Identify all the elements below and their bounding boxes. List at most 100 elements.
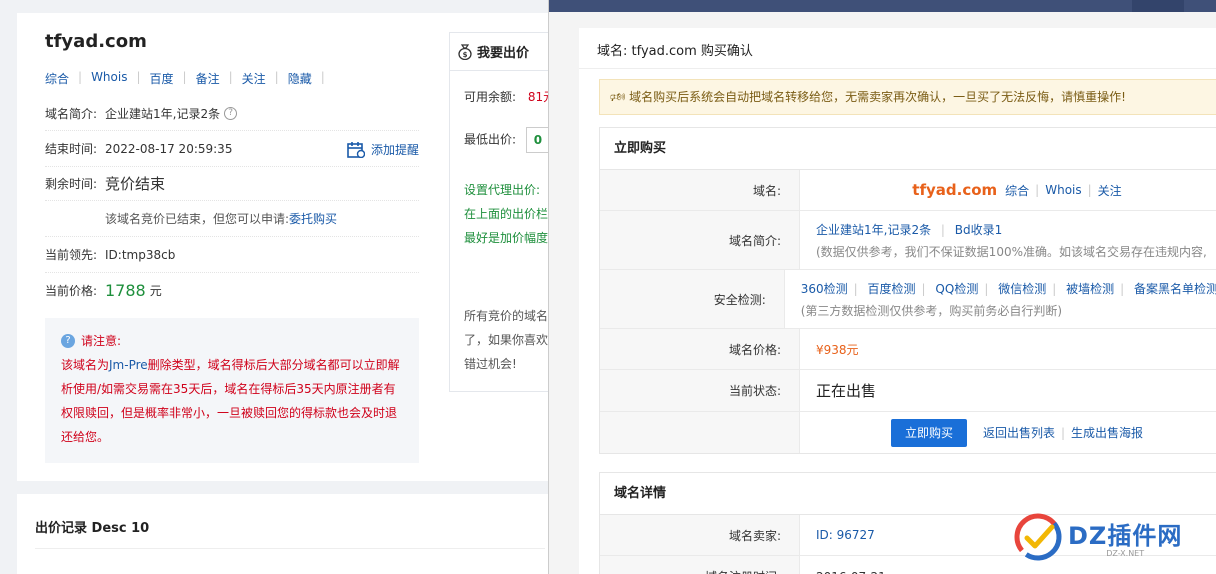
proxy-line-3: 最好是加价幅度 xyxy=(464,231,549,245)
min-bid-input[interactable]: 0 xyxy=(525,127,550,153)
intro-note: (数据仅供参考，我们不保证数据100%准确。如该域名交易存在违规内容, xyxy=(816,244,1207,259)
top-bar-block xyxy=(1132,0,1184,12)
notice-title-text: 请注意: xyxy=(81,334,122,348)
actions-cell: 立即购买 返回出售列表 | 生成出售海报 xyxy=(800,412,1216,453)
intro-cell: 企业建站1年,记录2条 | Bd收录1 (数据仅供参考，我们不保证数据100%准… xyxy=(800,211,1216,269)
overlay-top-bar xyxy=(549,0,1216,12)
separator: | xyxy=(1052,281,1057,296)
security-cell: 360检测 | 百度检测 | QQ检测 | 微信检测 | 被墙检测 | 备案黑名单检测 (… xyxy=(785,270,1216,328)
svg-text:$: $ xyxy=(463,51,468,59)
balance-label: 可用余额: xyxy=(464,90,517,104)
security-note: (第三方数据检测仅供参考，购买前务必自行判断) xyxy=(800,303,1063,318)
purchase-confirm-title: 域名: tfyad.com 购买确认 xyxy=(597,44,753,59)
warning-banner: 🕬 域名购买后系统会自动把域名转移给您，无需卖家再次确认，一旦买了无法反悔，请慎… xyxy=(599,79,1216,115)
price-unit: 元 xyxy=(149,283,162,298)
actions-row: 立即购买 返回出售列表 | 生成出售海报 xyxy=(600,412,1216,453)
purchase-confirm-overlay: 域名: tfyad.com 购买确认 🕬 域名购买后系统会自动把域名转移给您，无… xyxy=(548,0,1216,574)
back-to-list-link[interactable]: 返回出售列表 xyxy=(983,424,1055,441)
nav-follow-link[interactable]: 关注 xyxy=(242,70,266,87)
remain-time-row: 剩余时间: 竞价结束 xyxy=(45,167,419,201)
price-label: 当前价格: xyxy=(45,283,98,298)
dz-logo-icon xyxy=(1014,513,1062,561)
buy-now-section: 立即购买 域名: tfyad.com 综合 | Whois | 关注 域名简介:… xyxy=(599,127,1216,454)
status-value: 正在出售 xyxy=(816,382,877,400)
bid-header: $ 我要出价 xyxy=(450,33,558,71)
status-label: 当前状态: xyxy=(600,370,800,411)
check-360-link[interactable]: 360检测 xyxy=(801,282,848,296)
money-bag-icon: $ xyxy=(458,43,472,60)
entrust-buy-link[interactable]: 委托购买 xyxy=(289,210,337,227)
balance-row: 可用余额: 81元 xyxy=(464,88,555,105)
separator: | xyxy=(940,222,945,237)
whois-link[interactable]: Whois xyxy=(1045,183,1081,197)
nav-separator: | xyxy=(136,70,141,84)
intro-row: 域名简介: 企业建站1年,记录2条 ? xyxy=(45,97,419,131)
nav-baidu-link[interactable]: 百度 xyxy=(150,70,174,87)
leader-label: 当前领先: xyxy=(45,248,98,262)
seller-label: 域名卖家: xyxy=(600,515,800,555)
nav-whois-link[interactable]: Whois xyxy=(91,70,127,87)
security-label: 安全检测: xyxy=(600,270,785,328)
separator: | xyxy=(853,281,858,296)
domain-value: tfyad.com xyxy=(912,181,998,199)
generate-poster-link[interactable]: 生成出售海报 xyxy=(1071,424,1143,441)
watermark-text: DZ插件网 DZ-X.NET xyxy=(1068,516,1182,558)
domain-nav: 综合 | Whois | 百度 | 备注 | 关注 | 隐藏 | xyxy=(45,70,334,87)
buy-now-heading: 立即购买 xyxy=(600,128,1216,170)
end-time-value: 2022-08-17 20:59:35 xyxy=(105,141,233,156)
price-row: 当前价格: 1788 元 xyxy=(45,273,419,307)
bid-records-card: 出价记录 Desc 10 xyxy=(17,494,557,574)
nav-separator: | xyxy=(320,70,325,84)
calendar-icon xyxy=(347,141,365,158)
notice-text: 该域名为Jm-Pre删除类型，域名得标后大部分域名都可以立即解析使用/如需交易需… xyxy=(61,353,403,449)
nav-note-link[interactable]: 备注 xyxy=(196,70,220,87)
add-reminder-button[interactable]: 添加提醒 xyxy=(347,141,419,158)
domain-row: 域名: tfyad.com 综合 | Whois | 关注 xyxy=(600,170,1216,211)
check-wechat-link[interactable]: 微信检测 xyxy=(998,282,1046,296)
overview-link[interactable]: 综合 xyxy=(1005,182,1029,199)
nav-hide-link[interactable]: 隐藏 xyxy=(288,70,312,87)
leader-value: ID:tmp38cb xyxy=(105,247,176,262)
domain-label: 域名: xyxy=(600,170,800,210)
actions-label xyxy=(600,412,800,453)
end-time-row: 结束时间: 2022-08-17 20:59:35 添加提醒 xyxy=(45,131,419,167)
separator: | xyxy=(984,281,989,296)
bid-title: 我要出价 xyxy=(477,46,530,61)
intro-line: 企业建站1年,记录2条 | Bd收录1 xyxy=(816,221,1216,238)
security-links: 360检测 | 百度检测 | QQ检测 | 微信检测 | 被墙检测 | 备案黑名单检测 xyxy=(801,280,1216,297)
auction-ended-text: 该域名竞价已结束，但您可以申请: xyxy=(105,212,290,226)
remain-time-value: 竞价结束 xyxy=(105,175,166,193)
notice-type: Jm-Pre xyxy=(109,358,148,372)
separator: | xyxy=(1035,183,1040,197)
nav-separator: | xyxy=(228,70,233,84)
baidu-index-link[interactable]: Bd收录1 xyxy=(955,223,1003,237)
check-blacklist-link[interactable]: 备案黑名单检测 xyxy=(1134,282,1216,296)
check-baidu-link[interactable]: 百度检测 xyxy=(868,282,916,296)
check-blocked-link[interactable]: 被墙检测 xyxy=(1066,282,1114,296)
domain-cell: tfyad.com 综合 | Whois | 关注 xyxy=(800,170,1216,210)
auction-ended-row: 该域名竞价已结束，但您可以申请: 委托购买 xyxy=(45,201,419,237)
proxy-line-1: 设置代理出价: xyxy=(464,183,541,197)
notice-title: ? 请注意: xyxy=(61,332,403,349)
nav-overview-link[interactable]: 综合 xyxy=(45,70,69,87)
separator: | xyxy=(1120,281,1125,296)
min-bid-row: 最低出价: 0 xyxy=(464,127,550,153)
min-bid-label: 最低出价: xyxy=(464,132,517,147)
intro-value[interactable]: 企业建站1年,记录2条 xyxy=(816,223,931,237)
nav-separator: | xyxy=(274,70,279,84)
domain-title: tfyad.com xyxy=(45,31,147,52)
divider xyxy=(35,548,545,549)
divider xyxy=(579,68,1216,69)
security-row: 安全检测: 360检测 | 百度检测 | QQ检测 | 微信检测 | 被墙检测 | 备案黑… xyxy=(600,270,1216,329)
info-line-2: 了，如果你喜欢 xyxy=(464,333,549,347)
check-qq-link[interactable]: QQ检测 xyxy=(935,282,978,296)
add-reminder-label: 添加提醒 xyxy=(370,143,419,157)
follow-link[interactable]: 关注 xyxy=(1098,182,1122,199)
leader-row: 当前领先: ID:tmp38cb xyxy=(45,237,419,273)
proxy-line-2: 在上面的出价栏 xyxy=(464,207,549,221)
buy-now-button[interactable]: 立即购买 xyxy=(890,418,967,447)
help-icon[interactable]: ? xyxy=(224,107,238,120)
notice-pre: 该域名为 xyxy=(61,358,110,372)
intro-label: 域名简介: xyxy=(600,211,800,269)
intro-label: 域名简介: xyxy=(45,107,98,121)
